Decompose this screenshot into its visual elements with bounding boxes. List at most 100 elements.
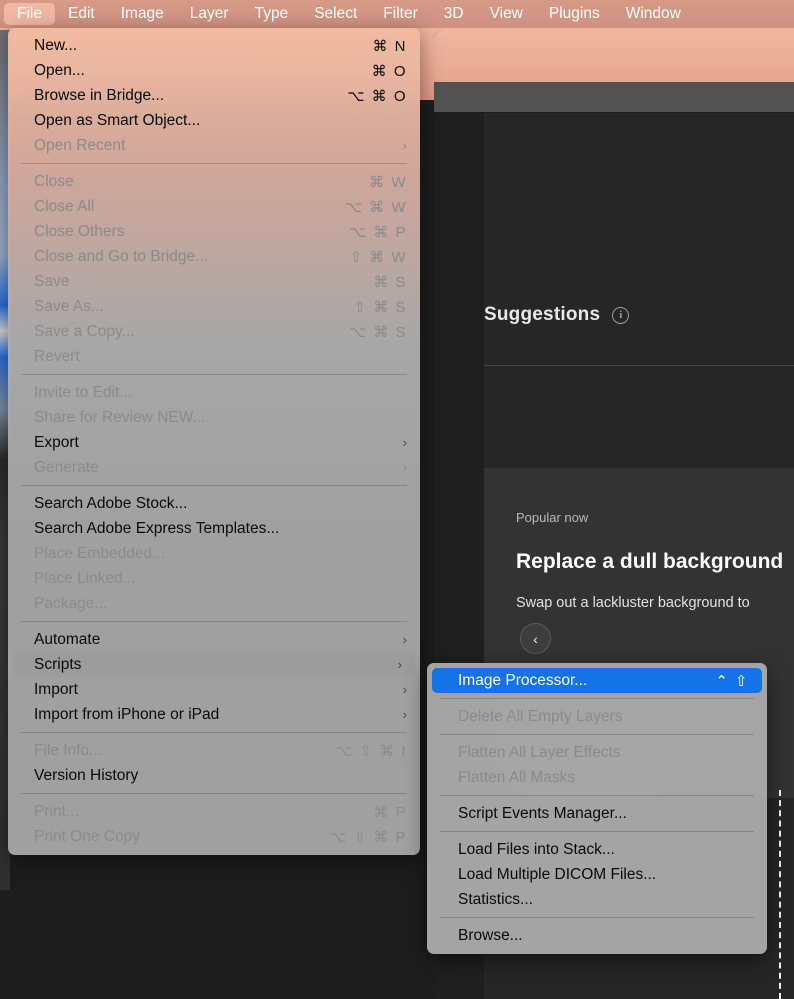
menu-item-open-as-smart-object[interactable]: Open as Smart Object... [8, 108, 420, 133]
menubar-item-image[interactable]: Image [108, 3, 177, 26]
menu-item-close: Close ⌘ W [8, 169, 420, 194]
menu-item-shortcut: ⌥ ⌘ P [349, 223, 407, 241]
menu-item-invite-to-edit: Invite to Edit... [8, 380, 420, 405]
menubar-item-layer[interactable]: Layer [177, 3, 242, 26]
menu-item-label: Print... [34, 803, 79, 821]
menubar-item-window[interactable]: Window [613, 3, 694, 26]
menu-item-label: Browse... [458, 927, 523, 945]
info-icon[interactable]: i [612, 307, 629, 324]
menubar-item-plugins[interactable]: Plugins [536, 3, 613, 26]
menu-item-script-events-manager[interactable]: Script Events Manager... [427, 801, 767, 826]
menubar-item-select[interactable]: Select [301, 3, 370, 26]
menu-item-revert: Revert [8, 344, 420, 369]
menu-item-label: Package... [34, 595, 107, 613]
menu-item-shortcut: ⌘ P [373, 803, 407, 821]
file-menu-dropdown[interactable]: New...⌘ NOpen...⌘ OBrowse in Bridge...⌥ … [8, 28, 420, 855]
menu-item-close-all: Close All ⌥ ⌘ W [8, 194, 420, 219]
menu-separator [21, 374, 407, 375]
menu-item-label: Export [34, 434, 79, 452]
menu-item-shortcut: ⌥ ⌘ O [347, 87, 407, 105]
menu-separator [440, 734, 754, 735]
menu-separator [21, 732, 407, 733]
menu-item-shortcut: ⌥ ⇧ ⌘ P [329, 828, 407, 846]
menubar-item-edit[interactable]: Edit [55, 3, 108, 26]
menu-item-image-processor[interactable]: Image Processor...⌃ ⇧ [432, 668, 762, 693]
menu-separator [440, 831, 754, 832]
menu-item-delete-all-empty-layers: Delete All Empty Layers [427, 704, 767, 729]
carousel-previous-icon[interactable]: ‹ [520, 623, 551, 654]
menu-item-label: Save As... [34, 298, 104, 316]
menu-item-close-and-go-to-bridge: Close and Go to Bridge...⇧ ⌘ W [8, 244, 420, 269]
menu-item-label: Search Adobe Stock... [34, 495, 187, 513]
menu-item-load-multiple-dicom-files[interactable]: Load Multiple DICOM Files... [427, 862, 767, 887]
menu-item-label: Script Events Manager... [458, 805, 627, 823]
menu-item-new[interactable]: New...⌘ N [8, 33, 420, 58]
menu-item-label: Close All [34, 198, 94, 216]
suggestions-header: Suggestions i [484, 295, 794, 335]
menu-separator [21, 485, 407, 486]
menu-item-load-files-into-stack[interactable]: Load Files into Stack... [427, 837, 767, 862]
menu-separator [21, 621, 407, 622]
menu-item-browse-in-bridge[interactable]: Browse in Bridge...⌥ ⌘ O [8, 83, 420, 108]
menu-item-import-from-iphone-or-ipad[interactable]: Import from iPhone or iPad› [8, 702, 420, 727]
menu-item-label: Import [34, 681, 78, 699]
menu-item-search-adobe-stock[interactable]: Search Adobe Stock... [8, 491, 420, 516]
menubar-item-file[interactable]: File [4, 3, 55, 26]
menu-item-place-linked: Place Linked... [8, 566, 420, 591]
menu-item-label: Flatten All Masks [458, 769, 575, 787]
menu-item-close-others: Close Others ⌥ ⌘ P [8, 219, 420, 244]
menu-item-generate: Generate› [8, 455, 420, 480]
menu-item-label: Close Others [34, 223, 124, 241]
menu-item-label: Place Embedded... [34, 545, 165, 563]
menubar-item-view[interactable]: View [477, 3, 536, 26]
menu-item-label: Save [34, 273, 69, 291]
menu-item-open[interactable]: Open...⌘ O [8, 58, 420, 83]
menu-item-label: Close [34, 173, 74, 191]
menu-item-label: Search Adobe Express Templates... [34, 520, 279, 538]
suggestions-divider [484, 365, 794, 366]
card-title: Replace a dull background [516, 550, 783, 574]
menu-item-label: Save a Copy... [34, 323, 135, 341]
menu-item-search-adobe-express-templates[interactable]: Search Adobe Express Templates... [8, 516, 420, 541]
menu-item-label: Flatten All Layer Effects [458, 744, 621, 762]
menubar-item-filter[interactable]: Filter [370, 3, 430, 26]
menu-item-browse[interactable]: Browse... [427, 923, 767, 948]
chevron-right-icon: › [403, 682, 407, 697]
menu-item-print-one-copy: Print One Copy⌥ ⇧ ⌘ P [8, 824, 420, 849]
menu-item-shortcut: ⌥ ⌘ W [345, 198, 407, 216]
menu-item-label: Place Linked... [34, 570, 136, 588]
chevron-right-icon: › [403, 138, 407, 153]
menu-item-statistics[interactable]: Statistics... [427, 887, 767, 912]
menu-item-shortcut: ⌘ W [369, 173, 407, 191]
menu-item-label: New... [34, 37, 77, 55]
menu-item-label: Open as Smart Object... [34, 112, 200, 130]
menu-item-label: Statistics... [458, 891, 533, 909]
menu-item-label: Version History [34, 767, 138, 785]
menu-item-save-as: Save As...⇧ ⌘ S [8, 294, 420, 319]
menu-item-label: Automate [34, 631, 100, 649]
menu-item-shortcut: ⇧ ⌘ W [349, 248, 407, 266]
menu-item-shortcut: ⌘ O [372, 62, 407, 80]
menu-item-scripts[interactable]: Scripts› [13, 652, 415, 677]
menu-item-share-for-review-new: Share for Review NEW... [8, 405, 420, 430]
menu-item-shortcut: ⌘ S [373, 273, 407, 291]
menu-item-label: Revert [34, 348, 80, 366]
menu-item-file-info: File Info...⌥ ⇧ ⌘ I [8, 738, 420, 763]
scripts-submenu[interactable]: Image Processor...⌃ ⇧ Delete All Empty La… [427, 663, 767, 954]
chevron-right-icon: › [403, 632, 407, 647]
menu-item-export[interactable]: Export› [8, 430, 420, 455]
menu-item-shortcut: ⌥ ⌘ S [349, 323, 407, 341]
card-eyebrow: Popular now [516, 510, 588, 525]
suggestions-title: Suggestions [484, 304, 600, 326]
chevron-right-icon: › [403, 460, 407, 475]
menu-item-automate[interactable]: Automate › [8, 627, 420, 652]
menu-separator [21, 793, 407, 794]
menu-bar: FileEditImageLayerTypeSelectFilter3DView… [0, 0, 794, 28]
menu-item-label: Scripts [34, 656, 81, 674]
menu-item-version-history[interactable]: Version History [8, 763, 420, 788]
menu-item-package: Package... [8, 591, 420, 616]
menu-item-import[interactable]: Import › [8, 677, 420, 702]
menu-item-place-embedded: Place Embedded... [8, 541, 420, 566]
menubar-item-3d[interactable]: 3D [431, 3, 477, 26]
menubar-item-type[interactable]: Type [242, 3, 302, 26]
